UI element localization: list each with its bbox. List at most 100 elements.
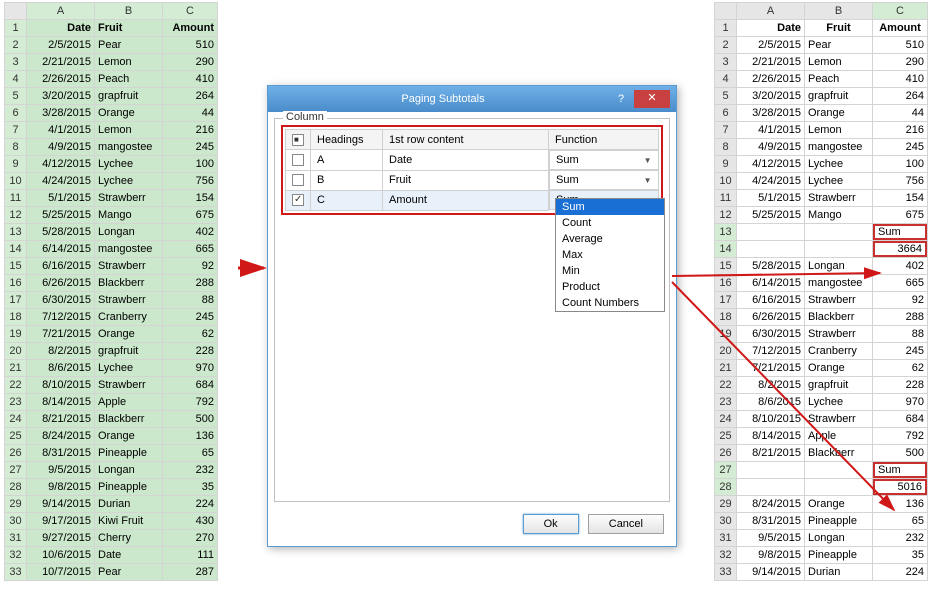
row-header[interactable]: 18 (715, 309, 737, 326)
cell[interactable]: Strawberr (805, 190, 873, 207)
cell[interactable]: 3664 (873, 241, 928, 258)
cell[interactable] (805, 462, 873, 479)
row-header[interactable]: 15 (715, 258, 737, 275)
cell[interactable]: 245 (873, 139, 928, 156)
row-header[interactable]: 9 (5, 156, 27, 173)
cell[interactable] (805, 479, 873, 496)
cell[interactable]: Blackberr (95, 275, 163, 292)
cell[interactable]: 4/12/2015 (737, 156, 805, 173)
row-header[interactable]: 21 (5, 360, 27, 377)
cell[interactable]: 2/21/2015 (27, 54, 95, 71)
cell[interactable]: 8/14/2015 (27, 394, 95, 411)
row-header[interactable]: 6 (5, 105, 27, 122)
row-header[interactable]: 25 (5, 428, 27, 445)
cell[interactable]: 154 (163, 190, 218, 207)
cell[interactable]: 216 (163, 122, 218, 139)
cell[interactable]: Blackberr (805, 445, 873, 462)
cell[interactable]: 88 (873, 326, 928, 343)
cell[interactable]: mangostee (805, 139, 873, 156)
row-header[interactable]: 13 (5, 224, 27, 241)
cell[interactable]: 8/2/2015 (737, 377, 805, 394)
row-header[interactable]: 20 (5, 343, 27, 360)
help-icon[interactable]: ? (612, 86, 630, 112)
cell[interactable]: Sum (873, 462, 928, 479)
cell[interactable]: Date (95, 547, 163, 564)
row-header[interactable]: 30 (5, 513, 27, 530)
cell[interactable]: 100 (873, 156, 928, 173)
cell[interactable]: 5/28/2015 (27, 224, 95, 241)
cell[interactable]: 4/1/2015 (737, 122, 805, 139)
cell[interactable] (737, 479, 805, 496)
cell[interactable]: Strawberr (95, 292, 163, 309)
cell[interactable]: 5/1/2015 (27, 190, 95, 207)
row-header[interactable]: 19 (715, 326, 737, 343)
cell[interactable]: grapfruit (805, 377, 873, 394)
cell[interactable]: 8/31/2015 (737, 513, 805, 530)
cell[interactable]: Lychee (805, 173, 873, 190)
cell[interactable]: 5/1/2015 (737, 190, 805, 207)
cell[interactable]: 62 (873, 360, 928, 377)
checkbox-c[interactable] (292, 194, 304, 206)
cell[interactable]: grapfruit (95, 343, 163, 360)
cell[interactable]: 228 (163, 343, 218, 360)
cell[interactable]: 6/26/2015 (737, 309, 805, 326)
row-header[interactable]: 32 (5, 547, 27, 564)
row-header[interactable]: 5 (5, 88, 27, 105)
cell[interactable]: 410 (873, 71, 928, 88)
cell[interactable]: 665 (873, 275, 928, 292)
row-header[interactable]: 12 (715, 207, 737, 224)
cell[interactable]: Strawberr (95, 377, 163, 394)
cell[interactable]: 232 (163, 462, 218, 479)
cell[interactable]: 8/6/2015 (27, 360, 95, 377)
cell[interactable]: 3/20/2015 (737, 88, 805, 105)
cell[interactable]: Lemon (95, 122, 163, 139)
cell[interactable]: grapfruit (805, 88, 873, 105)
close-icon[interactable]: ✕ (634, 90, 670, 108)
cell[interactable]: 402 (873, 258, 928, 275)
cell[interactable]: 8/21/2015 (27, 411, 95, 428)
row-header[interactable]: 9 (715, 156, 737, 173)
col-header[interactable]: B (805, 3, 873, 20)
cell[interactable]: 232 (873, 530, 928, 547)
cell[interactable]: 5/25/2015 (27, 207, 95, 224)
row-header[interactable]: 20 (715, 343, 737, 360)
row-header[interactable]: 19 (5, 326, 27, 343)
row-header[interactable]: 13 (715, 224, 737, 241)
cell[interactable]: Date (737, 20, 805, 37)
cell[interactable]: 8/21/2015 (737, 445, 805, 462)
row-header[interactable]: 23 (715, 394, 737, 411)
cell[interactable]: 8/10/2015 (737, 411, 805, 428)
row-header[interactable]: 10 (5, 173, 27, 190)
row-header[interactable]: 16 (5, 275, 27, 292)
cell[interactable]: 6/30/2015 (737, 326, 805, 343)
cell[interactable]: Apple (805, 428, 873, 445)
cell[interactable]: Durian (805, 564, 873, 581)
cell[interactable]: 136 (873, 496, 928, 513)
cell[interactable]: Peach (95, 71, 163, 88)
cell[interactable]: Mango (95, 207, 163, 224)
row-header[interactable]: 11 (5, 190, 27, 207)
row-header[interactable]: 16 (715, 275, 737, 292)
row-header[interactable]: 25 (715, 428, 737, 445)
cell[interactable]: Pear (95, 564, 163, 581)
cell[interactable]: 216 (873, 122, 928, 139)
cell[interactable]: 44 (163, 105, 218, 122)
cell[interactable]: Lemon (805, 54, 873, 71)
cell[interactable]: 2/26/2015 (737, 71, 805, 88)
cell[interactable]: 228 (873, 377, 928, 394)
cell[interactable]: 402 (163, 224, 218, 241)
cell[interactable]: Pineapple (805, 547, 873, 564)
cell[interactable]: Date (27, 20, 95, 37)
cell[interactable]: Orange (95, 428, 163, 445)
row-header[interactable]: 1 (5, 20, 27, 37)
cell[interactable]: 792 (163, 394, 218, 411)
ok-button[interactable]: Ok (523, 514, 579, 534)
row-header[interactable]: 12 (5, 207, 27, 224)
row-header[interactable]: 14 (715, 241, 737, 258)
cell[interactable]: 7/21/2015 (737, 360, 805, 377)
cell[interactable]: 510 (163, 37, 218, 54)
cell[interactable]: 5016 (873, 479, 928, 496)
cell[interactable] (737, 462, 805, 479)
cell[interactable]: 224 (163, 496, 218, 513)
cell[interactable]: 7/12/2015 (27, 309, 95, 326)
